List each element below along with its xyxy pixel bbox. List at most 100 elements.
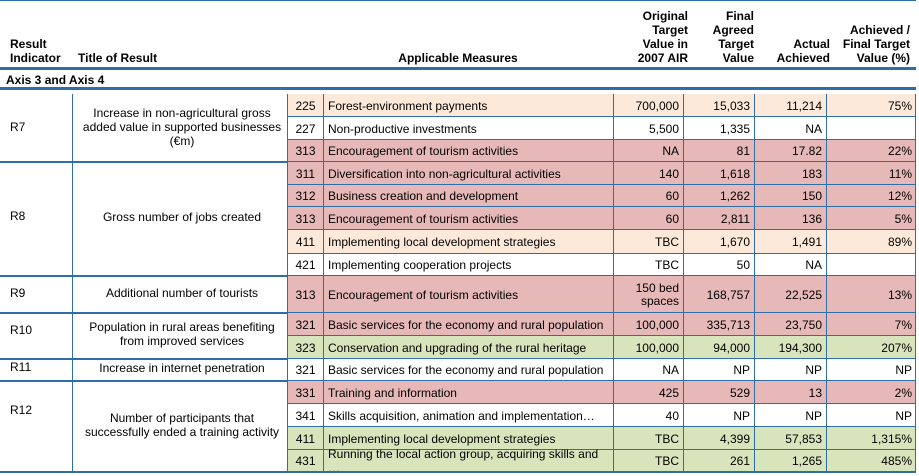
table-row: 313 Encouragement of tourism activities 60… — [287, 207, 916, 230]
result-indicator-id: R12 — [10, 403, 33, 417]
achieved-pct-value: 12% — [826, 185, 916, 207]
actual-achieved-value: NA — [754, 254, 826, 276]
column-divider — [72, 162, 73, 276]
achieved-pct-value — [826, 117, 916, 140]
actual-achieved-value: NA — [754, 117, 826, 140]
actual-achieved-value: 57,853 — [754, 427, 826, 450]
cell-border — [915, 94, 916, 117]
measure-code: 313 — [287, 140, 323, 162]
table-row: 225 Forest-environment payments 700,000 15,… — [287, 94, 916, 117]
final-target-value: NP — [683, 404, 754, 427]
table-row: 321 Basic services for the economy and ru… — [287, 359, 916, 381]
measure-name: Conservation and upgrading of the rural … — [323, 336, 613, 359]
table-row: 313 Encouragement of tourism activities 15… — [287, 276, 916, 313]
result-title: Population in rural areas benefiting fro… — [89, 320, 275, 348]
measure-code: 313 — [287, 276, 323, 313]
table-row: 311 Diversification into non-agricultural… — [287, 162, 916, 185]
measure-name: Training and information — [323, 381, 613, 404]
original-target-value: 140 — [613, 162, 683, 185]
achieved-pct-value: NP — [826, 359, 916, 381]
table-row: 227 Non-productive investments 5,500 1,335 N… — [287, 117, 916, 140]
cell-border — [915, 336, 916, 359]
measure-name: Basic services for the economy and rural… — [323, 313, 613, 336]
result-indicator-id: R8 — [10, 209, 26, 223]
achieved-pct-value: NP — [826, 404, 916, 427]
actual-achieved-value: 11,214 — [754, 94, 826, 117]
measure-code: 311 — [287, 162, 323, 185]
result-title: Additional number of tourists — [105, 286, 259, 300]
actual-achieved-value: 22,525 — [754, 276, 826, 313]
final-target-value: 1,262 — [683, 185, 754, 207]
original-target-value: 40 — [613, 404, 683, 427]
original-target-value: 425 — [613, 381, 683, 404]
actual-achieved-value: 194,300 — [754, 336, 826, 359]
final-target-value: 261 — [683, 450, 754, 472]
measure-name: Encouragement of tourism activities — [323, 207, 613, 230]
actual-achieved-value: 23,750 — [754, 313, 826, 336]
achieved-pct-value: 1,315% — [826, 427, 916, 450]
actual-achieved-value: 17.82 — [754, 140, 826, 162]
final-target-value: 2,811 — [683, 207, 754, 230]
cell-border — [915, 207, 916, 230]
result-indicator-id: R9 — [10, 286, 26, 300]
table-row: 321 Basic services for the economy and ru… — [287, 313, 916, 336]
final-target-value: 94,000 — [683, 336, 754, 359]
measure-code: 225 — [287, 94, 323, 117]
measure-name: Running the local action group, acquirin… — [323, 447, 613, 475]
result-title: Gross number of jobs created — [102, 210, 262, 224]
actual-achieved-value: NP — [754, 404, 826, 427]
achieved-pct-value: 485% — [826, 450, 916, 472]
cell-border — [915, 185, 916, 207]
col-result-indicator: Result Indicator — [10, 37, 61, 65]
result-title: Increase in non-agricultural gross added… — [82, 106, 282, 148]
measure-name: Business creation and development — [323, 185, 613, 207]
final-target-value: 15,033 — [683, 94, 754, 117]
achieved-pct-value: 7% — [826, 313, 916, 336]
measure-code: 227 — [287, 117, 323, 140]
cell-border — [915, 427, 916, 450]
column-divider — [72, 94, 73, 162]
achieved-pct-value — [826, 254, 916, 276]
measure-code: 321 — [287, 359, 323, 381]
final-target-value: 529 — [683, 381, 754, 404]
final-target-value: 1,670 — [683, 230, 754, 254]
achieved-pct-value: 5% — [826, 207, 916, 230]
measure-name: Encouragement of tourism activities — [323, 276, 613, 313]
col-actual-achieved: Actual Achieved — [776, 37, 830, 65]
original-target-value: 150 bed spaces — [613, 276, 683, 313]
original-target-value: 60 — [613, 185, 683, 207]
cell-border — [915, 276, 916, 313]
column-divider — [72, 313, 73, 359]
result-indicator-id: R11 — [10, 360, 32, 374]
result-title: Increase in internet penetration — [99, 361, 265, 375]
achieved-pct-value: 207% — [826, 336, 916, 359]
cell-border — [915, 117, 916, 140]
table-row: 323 Conservation and upgrading of the rur… — [287, 336, 916, 359]
original-target-value: TBC — [613, 427, 683, 450]
cell-border — [915, 230, 916, 254]
cell-border — [915, 359, 916, 381]
original-target-value: 100,000 — [613, 313, 683, 336]
final-target-value: 1,618 — [683, 162, 754, 185]
measure-code: 421 — [287, 254, 323, 276]
achieved-pct-value: 13% — [826, 276, 916, 313]
measure-code: 341 — [287, 404, 323, 427]
col-achieved-pct: Achieved / Final Target Value (%) — [842, 23, 910, 65]
measure-code: 411 — [287, 427, 323, 450]
measure-code: 411 — [287, 230, 323, 254]
actual-achieved-value: 1,491 — [754, 230, 826, 254]
original-target-value: TBC — [613, 230, 683, 254]
achieved-pct-value: 22% — [826, 140, 916, 162]
measure-code: 431 — [287, 450, 323, 472]
measure-code: 323 — [287, 336, 323, 359]
col-applicable-measures: Applicable Measures — [398, 51, 518, 65]
cell-border — [915, 162, 916, 185]
actual-achieved-value: 183 — [754, 162, 826, 185]
cell-border — [915, 313, 916, 336]
final-target-value: 1,335 — [683, 117, 754, 140]
measure-name: Skills acquisition, animation and implem… — [323, 404, 613, 427]
cell-border — [915, 404, 916, 427]
measure-code: 331 — [287, 381, 323, 404]
actual-achieved-value: 136 — [754, 207, 826, 230]
table-row: 312 Business creation and development 60 1,… — [287, 185, 916, 207]
